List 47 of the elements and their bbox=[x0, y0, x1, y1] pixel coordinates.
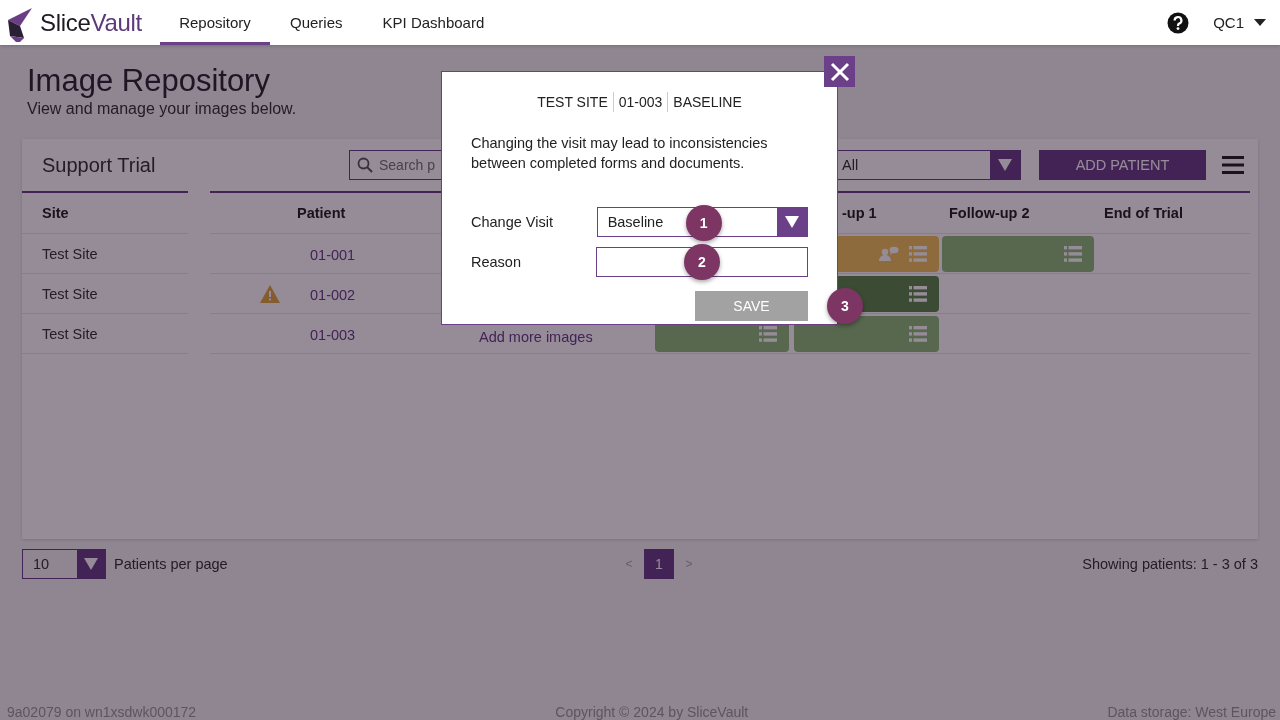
caret-icon bbox=[1254, 19, 1266, 26]
step-badge: 2 bbox=[684, 244, 720, 280]
page-subtitle: View and manage your images below. bbox=[27, 99, 297, 119]
dialog-heading: 01-003 bbox=[612, 92, 668, 112]
add-images-link[interactable]: Add more images bbox=[460, 328, 655, 345]
list-icon bbox=[909, 245, 927, 262]
close-button[interactable] bbox=[824, 56, 855, 87]
table-cell: Test Site bbox=[42, 285, 98, 302]
comment-icon bbox=[879, 245, 899, 262]
list-icon bbox=[909, 325, 927, 342]
field-label: Reason bbox=[471, 254, 522, 270]
nav-tab[interactable]: KPI Dashboard bbox=[362, 0, 505, 45]
dialog-message: Changing the visit may lead to inconsistencies between completed forms and documents. bbox=[471, 134, 769, 173]
patient-link[interactable]: 01-003 bbox=[290, 327, 460, 343]
user-menu[interactable]: QC1 bbox=[1213, 14, 1266, 31]
visit-cell[interactable] bbox=[942, 235, 1094, 272]
patients-summary: Showing patients: 1 - 3 of 3 bbox=[1082, 556, 1258, 572]
trial-title: Support Trial bbox=[42, 153, 156, 177]
dialog-heading: TEST SITE bbox=[536, 93, 609, 112]
search-icon bbox=[357, 157, 373, 173]
list-icon bbox=[1064, 245, 1082, 262]
per-page-select[interactable]: 10 bbox=[22, 549, 106, 579]
caret-icon bbox=[785, 216, 799, 228]
per-page-label: Patients per page bbox=[114, 556, 228, 572]
warning-icon bbox=[260, 284, 280, 303]
table-cell: Test Site bbox=[42, 245, 98, 262]
column-header: End of Trial bbox=[1103, 205, 1184, 221]
caret-icon bbox=[998, 159, 1012, 171]
column-header: Patient bbox=[296, 205, 347, 221]
step-badge: 3 bbox=[827, 288, 863, 324]
step-badge: 1 bbox=[685, 205, 722, 241]
caret-icon bbox=[84, 558, 98, 570]
dialog-heading: BASELINE bbox=[667, 92, 747, 112]
list-icon bbox=[909, 285, 927, 302]
page-title: Image Repository bbox=[27, 63, 270, 99]
help-icon[interactable] bbox=[1167, 11, 1190, 34]
field-label: Change Visit bbox=[471, 214, 554, 230]
add-patient-button[interactable]: ADD PATIENT bbox=[1039, 150, 1206, 180]
column-header: -up 1 bbox=[841, 205, 878, 221]
page-button[interactable]: 1 bbox=[644, 549, 674, 579]
menu-icon[interactable] bbox=[1222, 156, 1244, 174]
table-cell: Test Site bbox=[42, 325, 98, 342]
column-header: Follow-up 2 bbox=[948, 205, 1031, 221]
logo-wordmark: SliceVault bbox=[40, 8, 142, 37]
nav-tab[interactable]: Queries bbox=[270, 0, 363, 45]
column-header: Site bbox=[42, 205, 69, 221]
close-icon bbox=[829, 61, 850, 82]
